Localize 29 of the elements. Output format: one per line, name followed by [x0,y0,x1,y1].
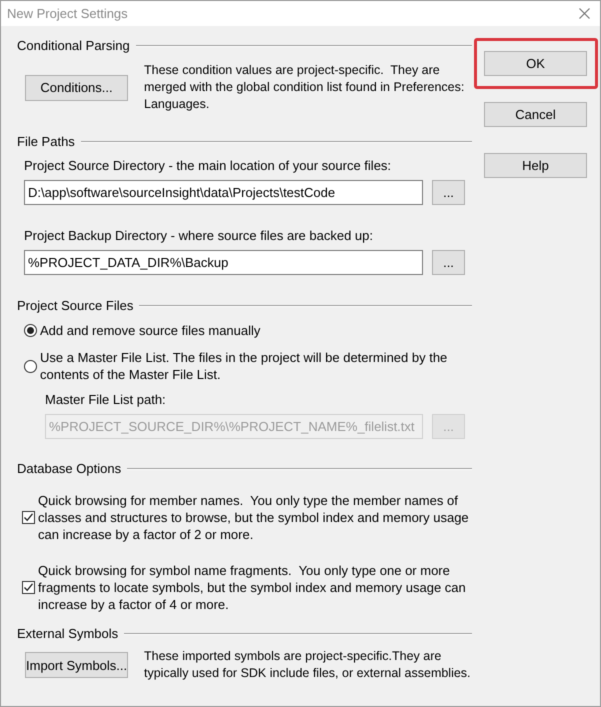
field-label: Project Source Directory - the main location of your source files: [23,157,392,174]
conditions-button[interactable]: Conditions... [25,74,128,100]
dialog-button[interactable]: Cancel [484,102,587,127]
section-heading: External Symbols [17,625,118,642]
section-heading: Database Options [17,460,122,477]
browse-button[interactable]: ... [432,250,465,275]
description-text: These imported symbols are project-specific.They are typically used for SDK include files, or external assemblies. [144,648,472,682]
field-label: Master File List path: [44,391,167,408]
path-field[interactable]: D:\app\software\sourceInsight\data\Projects\testCode [24,180,423,205]
radio-label: Add and remove source files manually [40,322,262,339]
checkbox[interactable] [22,511,35,524]
window-title: New Project Settings [7,6,128,21]
close-icon[interactable] [579,8,590,19]
radio-button[interactable] [24,324,37,337]
field-label: Project Backup Directory - where source files are backed up: [23,227,374,244]
radio-button[interactable] [24,360,37,372]
checkbox-label: Quick browsing for member names. You only type the member names of classes and structures to browse, but the symbol index and memory usage can increase by a factor of 2 or more. [38,492,470,543]
dialog-button[interactable]: Help [484,153,587,178]
browse-button[interactable]: ... [432,180,465,205]
checkbox[interactable] [22,581,35,594]
checkbox-label: Quick browsing for symbol name fragments. You only type one or more fragments to locate symbols, but the symbol index and memory usage can increase by a factor of 4 or more. [38,562,467,613]
dialog-button[interactable]: OK [484,51,587,76]
import-symbols-button[interactable]: Import Symbols... [25,652,128,678]
radio-label: Use a Master File List. The files in the project will be determined by the contents of the Master File List. [40,349,448,383]
section-heading: Project Source Files [17,297,134,314]
path-field[interactable]: %PROJECT_DATA_DIR%\Backup [24,250,423,275]
description-text: These condition values are project-specific. They are merged with the global condition list found in Preferences: Languages. [144,62,466,113]
section-heading: File Paths [17,133,75,150]
section-heading: Conditional Parsing [17,37,130,54]
